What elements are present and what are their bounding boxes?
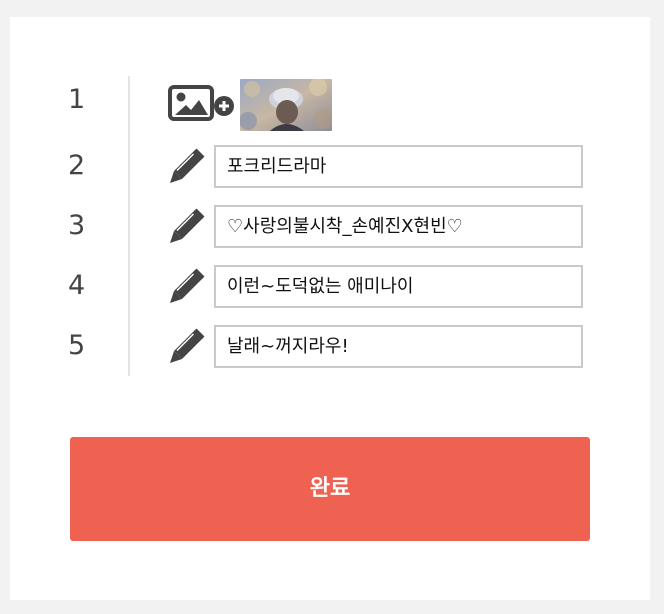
pencil-icon (168, 147, 206, 185)
caption-input-1[interactable]: 이런~도덕없는 애미나이 (214, 265, 583, 308)
pencil-icon (168, 267, 206, 305)
row-number: 1 (68, 84, 86, 115)
done-button[interactable]: 완료 (70, 437, 590, 541)
row-number: 4 (68, 270, 86, 301)
thumbnail-image[interactable] (240, 79, 332, 131)
edit-card: 1 2 포크리드라마 3 ♡사랑의불시착_손예진X현빈♡ 4 이런~도덕없는 애… (10, 17, 650, 600)
row-number: 2 (68, 150, 86, 181)
row-2: 2 포크리드라마 (10, 145, 650, 189)
row-number: 5 (68, 330, 86, 361)
pencil-icon (168, 327, 206, 365)
row-4: 4 이런~도덕없는 애미나이 (10, 265, 650, 309)
row-number: 3 (68, 210, 86, 241)
subtitle-input[interactable]: ♡사랑의불시착_손예진X현빈♡ (214, 205, 583, 248)
row-3: 3 ♡사랑의불시착_손예진X현빈♡ (10, 205, 650, 249)
caption-input-2[interactable]: 날래~꺼지라우! (214, 325, 583, 368)
title-input[interactable]: 포크리드라마 (214, 145, 583, 188)
image-add-icon[interactable] (168, 85, 236, 121)
row-5: 5 날래~꺼지라우! (10, 325, 650, 369)
pencil-icon (168, 207, 206, 245)
row-1: 1 (10, 79, 650, 131)
